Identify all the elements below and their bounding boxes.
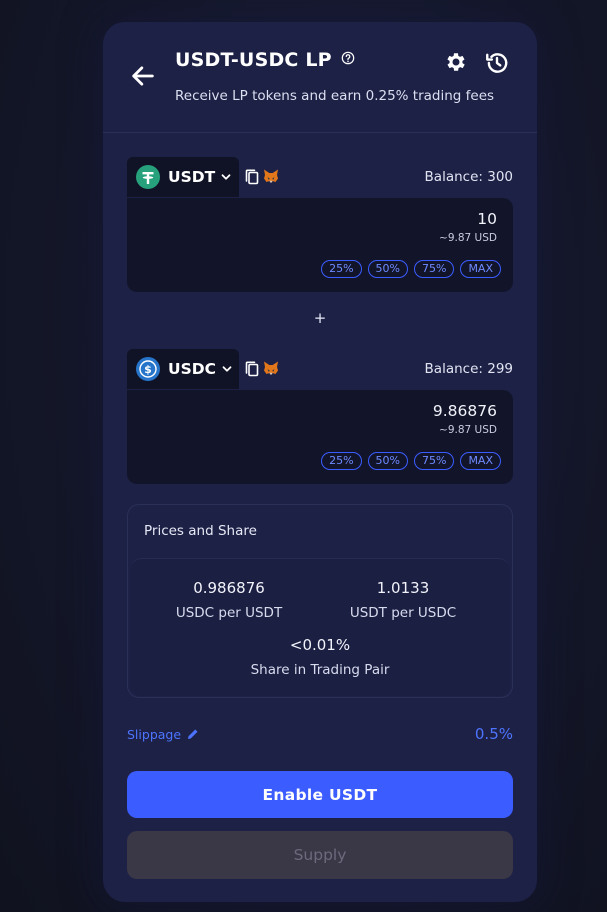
rate-b-label: USDT per USDC bbox=[349, 605, 457, 621]
token-b-selector[interactable]: $ USDC bbox=[127, 349, 239, 389]
supply-button[interactable]: Supply bbox=[127, 831, 513, 879]
percent-50-button[interactable]: 50% bbox=[367, 260, 408, 278]
token-a-selector[interactable]: USDT bbox=[127, 157, 239, 197]
rate-b-value: 1.0133 bbox=[376, 579, 430, 597]
rate-a-value: 0.986876 bbox=[193, 579, 265, 597]
token-b-symbol: USDC bbox=[168, 360, 216, 378]
copy-icon[interactable] bbox=[245, 169, 259, 185]
token-a-amount-box: 10 ~9.87 USD 25% 50% 75% MAX bbox=[127, 198, 513, 292]
gear-icon[interactable] bbox=[444, 50, 468, 74]
max-button[interactable]: MAX bbox=[460, 260, 501, 278]
token-b-amount-box: 9.86876 ~9.87 USD 25% 50% 75% MAX bbox=[127, 390, 513, 484]
page-title: USDT-USDC LP bbox=[175, 49, 332, 71]
slippage-label[interactable]: Slippage bbox=[127, 727, 181, 742]
metamask-fox-icon[interactable] bbox=[263, 360, 279, 376]
usdt-logo-icon bbox=[136, 165, 160, 189]
token-b-amount-input[interactable]: 9.86876 bbox=[433, 402, 497, 420]
prices-title: Prices and Share bbox=[144, 523, 257, 539]
copy-icon[interactable] bbox=[245, 361, 259, 377]
rate-a-stat: 0.986876 USDC per USDT bbox=[154, 579, 304, 621]
token-b-usd-value: ~9.87 USD bbox=[439, 424, 497, 436]
prices-stats: 0.986876 USDC per USDT 1.0133 USDT per U… bbox=[130, 558, 510, 696]
percent-25-button[interactable]: 25% bbox=[321, 260, 362, 278]
chevron-down-icon bbox=[222, 366, 232, 372]
percent-75-button[interactable]: 75% bbox=[413, 452, 455, 470]
plus-separator: + bbox=[313, 309, 327, 327]
token-a-usd-value: ~9.87 USD bbox=[439, 232, 497, 244]
page-subtitle: Receive LP tokens and earn 0.25% trading… bbox=[175, 88, 495, 104]
token-a-balance: Balance: 300 bbox=[424, 169, 513, 185]
add-liquidity-card: USDT-USDC LP Receive LP tokens and earn … bbox=[103, 22, 537, 902]
share-value: <0.01% bbox=[289, 636, 351, 654]
token-b-balance: Balance: 299 bbox=[424, 361, 513, 377]
svg-text:$: $ bbox=[144, 363, 152, 376]
prices-and-share-panel: Prices and Share 0.986876 USDC per USDT … bbox=[127, 504, 513, 698]
slippage-value: 0.5% bbox=[474, 725, 513, 743]
share-label: Share in Trading Pair bbox=[250, 662, 390, 678]
question-circle-icon[interactable] bbox=[341, 51, 355, 65]
token-a-symbol: USDT bbox=[168, 168, 216, 186]
pencil-icon[interactable] bbox=[187, 728, 199, 740]
percent-25-button[interactable]: 25% bbox=[321, 452, 362, 470]
arrow-left-icon[interactable] bbox=[129, 62, 157, 90]
max-button[interactable]: MAX bbox=[460, 452, 501, 470]
share-stat: <0.01% Share in Trading Pair bbox=[220, 636, 420, 678]
metamask-fox-icon[interactable] bbox=[263, 168, 279, 184]
usdc-logo-icon: $ bbox=[136, 357, 160, 381]
chevron-down-icon bbox=[221, 174, 231, 180]
rate-a-label: USDC per USDT bbox=[175, 605, 283, 621]
percent-75-button[interactable]: 75% bbox=[413, 260, 455, 278]
token-b-panel: $ USDC Balance: 299 9.86876 ~9.87 USD 25… bbox=[127, 349, 513, 485]
percent-50-button[interactable]: 50% bbox=[367, 452, 408, 470]
rate-b-stat: 1.0133 USDT per USDC bbox=[328, 579, 478, 621]
token-a-panel: USDT Balance: 300 10 ~9.87 USD 25% 50% 7… bbox=[127, 157, 513, 293]
history-icon[interactable] bbox=[484, 50, 510, 76]
enable-usdt-button[interactable]: Enable USDT bbox=[127, 771, 513, 818]
token-a-percent-buttons: 25% 50% 75% MAX bbox=[321, 260, 501, 278]
header: USDT-USDC LP Receive LP tokens and earn … bbox=[103, 22, 537, 133]
token-b-percent-buttons: 25% 50% 75% MAX bbox=[321, 452, 501, 470]
token-a-amount-input[interactable]: 10 bbox=[477, 210, 497, 228]
